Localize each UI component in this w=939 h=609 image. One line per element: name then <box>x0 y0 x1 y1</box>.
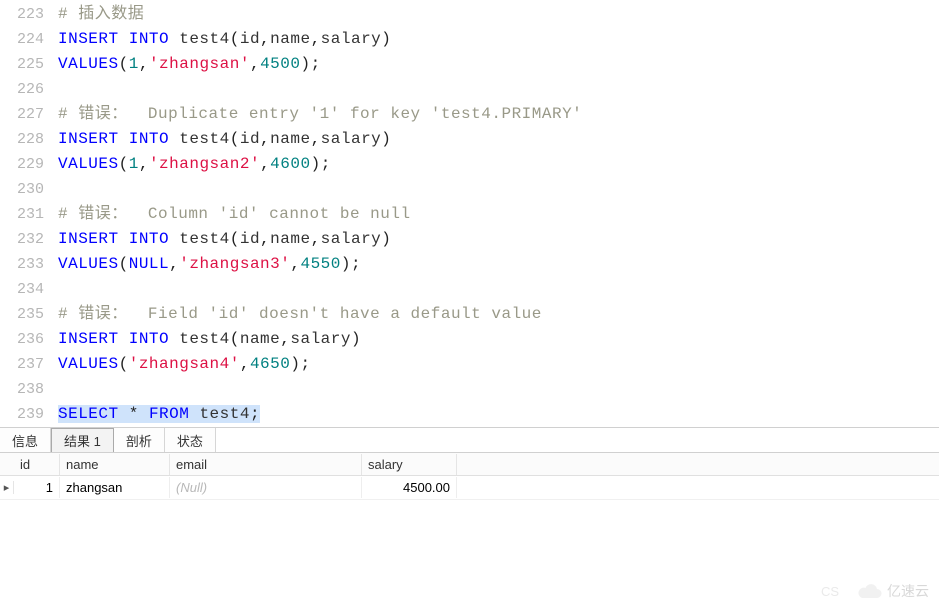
grid-header-row: id name email salary <box>0 453 939 476</box>
code-content[interactable]: # 错误： Field 'id' doesn't have a default … <box>58 302 939 327</box>
tab-info[interactable]: 信息 <box>0 428 51 452</box>
line-number: 223 <box>0 2 58 27</box>
code-content[interactable]: VALUES(1,'zhangsan',4500); <box>58 52 939 77</box>
code-content[interactable]: VALUES(1,'zhangsan2',4600); <box>58 152 939 177</box>
code-content[interactable]: # 插入数据 <box>58 2 939 27</box>
code-line[interactable]: 227# 错误： Duplicate entry '1' for key 'te… <box>0 102 939 127</box>
code-content[interactable] <box>58 277 939 302</box>
row-marker-icon: ▸ <box>0 481 14 494</box>
code-content[interactable]: INSERT INTO test4(id,name,salary) <box>58 27 939 52</box>
cell-id[interactable]: 1 <box>14 477 60 498</box>
line-number: 232 <box>0 227 58 252</box>
code-line[interactable]: 233VALUES(NULL,'zhangsan3',4550); <box>0 252 939 277</box>
code-content[interactable]: INSERT INTO test4(name,salary) <box>58 327 939 352</box>
code-line[interactable]: 226 <box>0 77 939 102</box>
cloud-icon <box>857 582 883 600</box>
code-content[interactable]: # 错误： Column 'id' cannot be null <box>58 202 939 227</box>
line-number: 233 <box>0 252 58 277</box>
cell-email[interactable]: (Null) <box>170 477 362 498</box>
watermark-text: 亿速云 <box>887 581 929 601</box>
code-line[interactable]: 237VALUES('zhangsan4',4650); <box>0 352 939 377</box>
line-number: 226 <box>0 77 58 102</box>
code-content[interactable]: INSERT INTO test4(id,name,salary) <box>58 127 939 152</box>
tab-result-1[interactable]: 结果 1 <box>51 428 114 452</box>
line-number: 229 <box>0 152 58 177</box>
tab-profile[interactable]: 剖析 <box>114 428 165 452</box>
code-line[interactable]: 224INSERT INTO test4(id,name,salary) <box>0 27 939 52</box>
code-line[interactable]: 236INSERT INTO test4(name,salary) <box>0 327 939 352</box>
code-editor[interactable]: 223# 插入数据224INSERT INTO test4(id,name,sa… <box>0 0 939 427</box>
line-number: 224 <box>0 27 58 52</box>
line-number: 236 <box>0 327 58 352</box>
line-number: 234 <box>0 277 58 302</box>
code-line[interactable]: 231# 错误： Column 'id' cannot be null <box>0 202 939 227</box>
code-content[interactable]: VALUES(NULL,'zhangsan3',4550); <box>58 252 939 277</box>
line-number: 225 <box>0 52 58 77</box>
line-number: 227 <box>0 102 58 127</box>
column-header-id[interactable]: id <box>14 454 60 475</box>
line-number: 230 <box>0 177 58 202</box>
line-number: 231 <box>0 202 58 227</box>
line-number: 239 <box>0 402 58 427</box>
code-line[interactable]: 223# 插入数据 <box>0 2 939 27</box>
table-row[interactable]: ▸1zhangsan(Null)4500.00 <box>0 476 939 500</box>
line-number: 237 <box>0 352 58 377</box>
code-content[interactable] <box>58 177 939 202</box>
code-line[interactable]: 232INSERT INTO test4(id,name,salary) <box>0 227 939 252</box>
line-number: 228 <box>0 127 58 152</box>
code-line[interactable]: 225VALUES(1,'zhangsan',4500); <box>0 52 939 77</box>
line-number: 238 <box>0 377 58 402</box>
code-content[interactable] <box>58 377 939 402</box>
code-line[interactable]: 229VALUES(1,'zhangsan2',4600); <box>0 152 939 177</box>
watermark: 亿速云 <box>857 581 929 601</box>
tab-status[interactable]: 状态 <box>165 428 216 452</box>
result-grid[interactable]: id name email salary ▸1zhangsan(Null)450… <box>0 453 939 500</box>
column-header-email[interactable]: email <box>170 454 362 475</box>
result-tabs: 信息 结果 1 剖析 状态 <box>0 427 939 453</box>
code-line[interactable]: 228INSERT INTO test4(id,name,salary) <box>0 127 939 152</box>
code-content[interactable] <box>58 77 939 102</box>
code-line[interactable]: 234 <box>0 277 939 302</box>
line-number: 235 <box>0 302 58 327</box>
code-content[interactable]: # 错误： Duplicate entry '1' for key 'test4… <box>58 102 939 127</box>
code-line[interactable]: 238 <box>0 377 939 402</box>
column-header-salary[interactable]: salary <box>362 454 457 475</box>
cell-salary[interactable]: 4500.00 <box>362 477 457 498</box>
code-line[interactable]: 235# 错误： Field 'id' doesn't have a defau… <box>0 302 939 327</box>
cell-name[interactable]: zhangsan <box>60 477 170 498</box>
code-line[interactable]: 230 <box>0 177 939 202</box>
code-content[interactable]: INSERT INTO test4(id,name,salary) <box>58 227 939 252</box>
column-header-name[interactable]: name <box>60 454 170 475</box>
code-content[interactable]: SELECT * FROM test4; <box>58 402 939 427</box>
code-content[interactable]: VALUES('zhangsan4',4650); <box>58 352 939 377</box>
cs-watermark: CS <box>821 584 839 599</box>
code-line[interactable]: 239SELECT * FROM test4; <box>0 402 939 427</box>
